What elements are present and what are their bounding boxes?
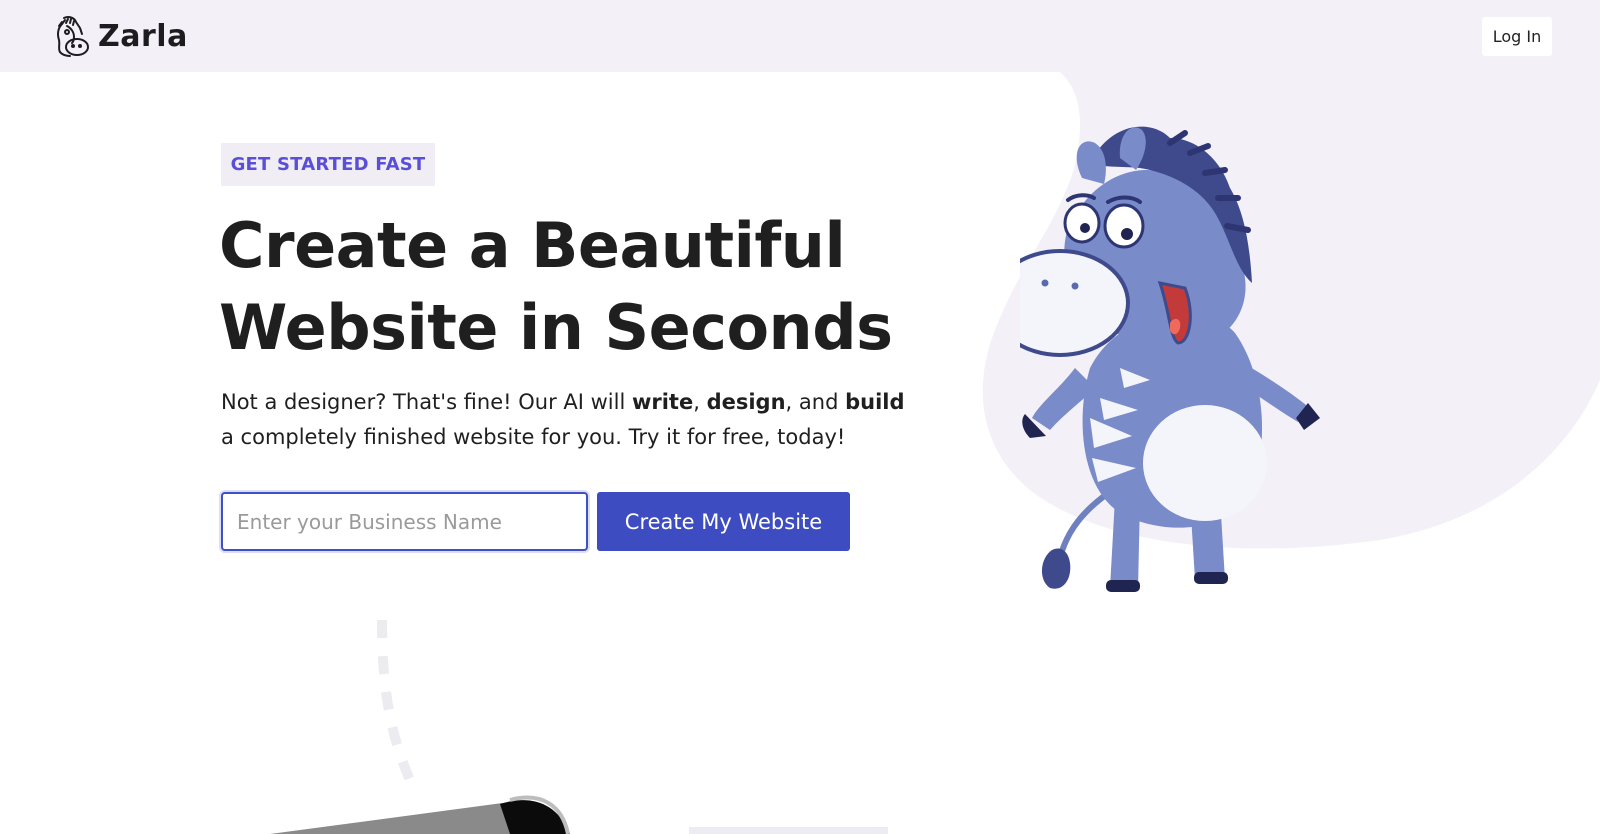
hero-description: Not a designer? That's fine! Our AI will… [221,385,921,455]
sub-text-1: Not a designer? That's fine! Our AI will [221,390,632,414]
logo-link[interactable]: Zarla [50,14,188,58]
login-button[interactable]: Log In [1482,17,1552,56]
landing-page: Zarla Log In GET STARTED FAST Create a B… [0,0,1600,834]
logo-text: Zarla [98,18,188,54]
sub-text-2: , [693,390,707,414]
headline-line-2: Website in Seconds [219,291,893,364]
eyebrow-badge: GET STARTED FAST [221,143,435,186]
sub-bold-design: design [706,390,786,414]
headline-line-1: Create a Beautiful [219,209,846,282]
dashed-path-decoration [377,620,415,780]
device-illustration-peek [270,795,570,834]
zebra-mascot-illustration [1020,126,1320,592]
create-website-button[interactable]: Create My Website [597,492,850,551]
sub-bold-write: write [631,390,694,414]
page-title: Create a Beautiful Website in Seconds [219,205,939,369]
business-name-form: Create My Website [221,492,861,552]
sub-text-4: a completely finished website for you. T… [221,425,846,449]
sub-text-3: , and [785,390,846,414]
zebra-head-logo-icon [57,16,89,57]
sub-bold-build: build [845,390,905,414]
site-header: Zarla Log In [0,0,1600,72]
business-name-input[interactable] [221,492,588,551]
card-peek [689,827,888,834]
